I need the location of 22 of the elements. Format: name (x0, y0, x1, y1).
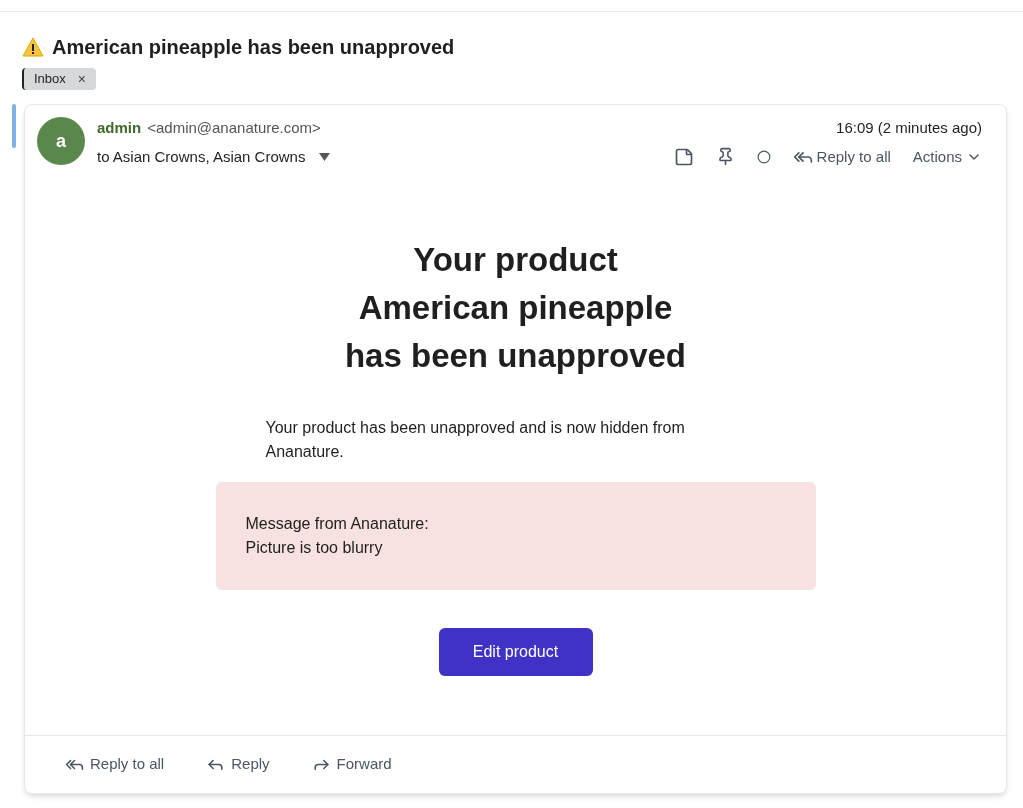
reply-all-button[interactable]: Reply to all (792, 145, 891, 168)
message-time: 16:09 (2 minutes ago) (836, 118, 982, 138)
forward-button[interactable]: Forward (311, 753, 392, 776)
reply-button[interactable]: Reply (206, 753, 270, 776)
notice-text: Picture is too blurry (245, 538, 384, 558)
avatar: a (37, 117, 85, 165)
remove-label-button[interactable]: × (77, 68, 86, 90)
actions-button[interactable]: Actions (912, 145, 982, 168)
reply-all-button[interactable]: Reply to all (65, 753, 165, 776)
note-icon[interactable] (673, 146, 694, 167)
email-body: Your product has been unapproved and is now hidden from Ananature. (265, 418, 686, 462)
recipients: to Asian Crowns, Asian Crowns (97, 146, 306, 167)
label-text: Inbox (34, 70, 66, 89)
warning-icon (22, 37, 44, 57)
caret-icon[interactable] (319, 152, 331, 161)
sender-name: admin (97, 118, 142, 138)
edit-product-button[interactable]: Edit product (438, 628, 593, 676)
notice-text: Message from Ananature: (245, 514, 430, 534)
email-subject: American pineapple has been unapproved (52, 35, 455, 60)
email-heading: Your product American pineapple has been unapproved (344, 240, 687, 376)
circle-icon[interactable] (756, 149, 771, 164)
sender-email: <admin@ananature.com> (147, 118, 321, 138)
